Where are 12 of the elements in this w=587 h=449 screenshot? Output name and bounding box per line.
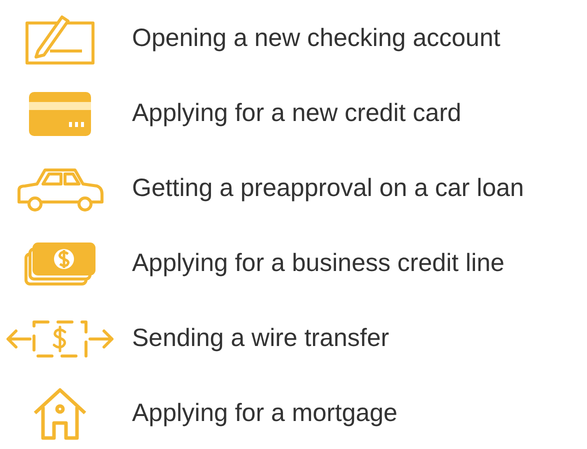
list-item-text: Opening a new checking account — [132, 22, 500, 54]
cash-stack-icon — [23, 240, 97, 288]
credit-card-icon — [29, 92, 91, 136]
list-item-text: Applying for a new credit card — [132, 98, 462, 129]
list-item-text: Applying for a mortgage — [132, 398, 398, 429]
list-item-text: Sending a wire transfer — [132, 322, 390, 354]
house-icon — [32, 386, 88, 440]
pen-on-paper-icon — [24, 12, 96, 64]
car-icon — [15, 166, 105, 212]
list-item-text: Getting a preapproval on a car loan — [132, 172, 524, 204]
list-item-text: Applying for a business credit line — [132, 248, 504, 279]
dollar-arrows-icon — [4, 318, 116, 360]
